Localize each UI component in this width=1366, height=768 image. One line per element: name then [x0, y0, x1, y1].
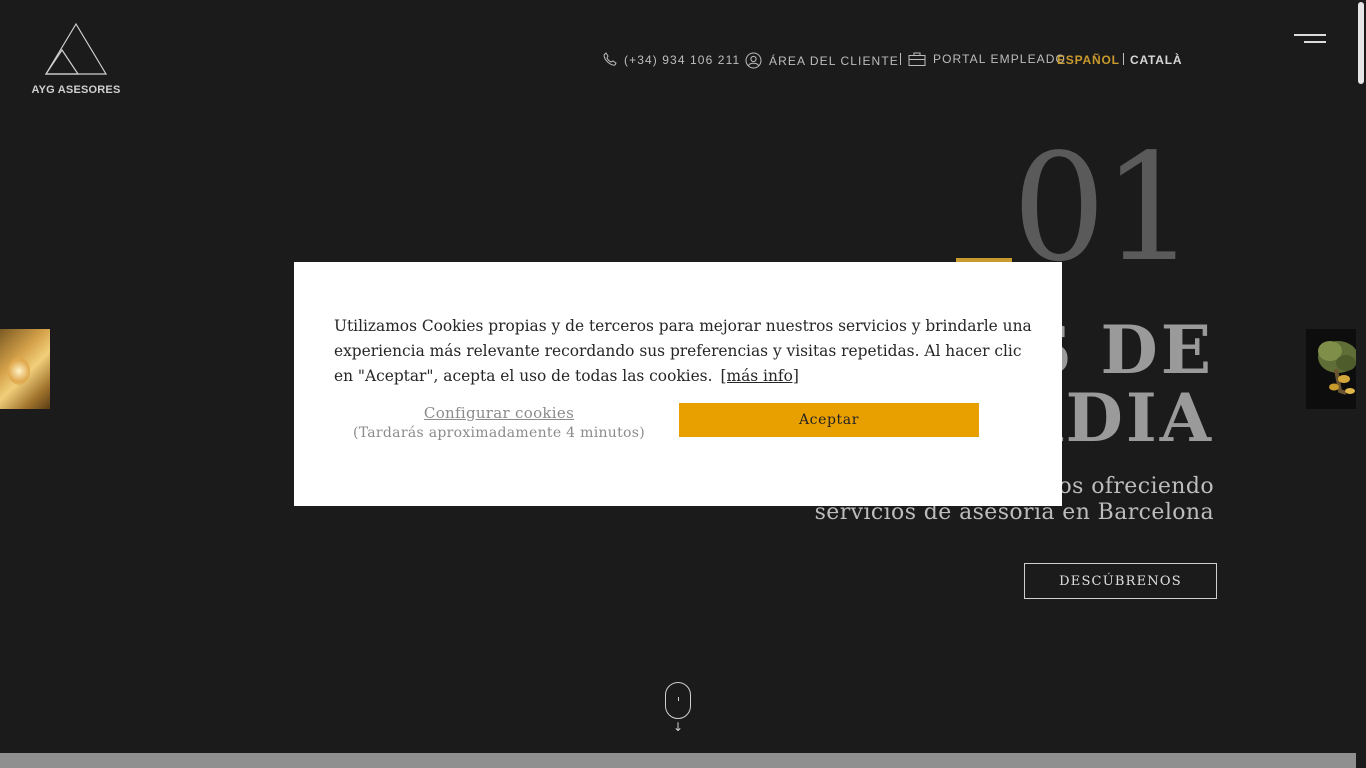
configure-cookies-note: (Tardarás aproximadamente 4 minutos)	[352, 425, 646, 441]
logo[interactable]: AYG ASESORES	[30, 22, 122, 98]
employee-portal-link[interactable]: PORTAL EMPLEADO	[908, 52, 1066, 66]
cookie-dialog: Utilizamos Cookies propias y de terceros…	[294, 262, 1062, 506]
cookie-message: Utilizamos Cookies propias y de terceros…	[334, 314, 1034, 389]
lang-ca-link[interactable]: CATALÀ	[1130, 53, 1182, 67]
cookie-message-text: Utilizamos Cookies propias y de terceros…	[334, 317, 1032, 385]
hamburger-menu-icon[interactable]	[1294, 32, 1328, 50]
logo-mark-icon	[44, 22, 108, 75]
previous-slide-thumbnail[interactable]	[0, 329, 50, 409]
more-info-link[interactable]: [más info]	[720, 367, 798, 385]
client-area-link[interactable]: ÁREA DEL CLIENTE	[745, 52, 899, 69]
arrow-down-icon[interactable]: ↓	[672, 721, 684, 733]
tree-image	[1318, 341, 1356, 395]
logo-text: AYG ASESORES	[31, 84, 121, 96]
phone-number: (+34) 934 106 211	[624, 52, 741, 67]
next-slide-thumbnail[interactable]	[1306, 329, 1356, 409]
accept-cookies-button[interactable]: Aceptar	[679, 403, 979, 437]
employee-portal-label: PORTAL EMPLEADO	[933, 52, 1066, 66]
configure-cookies-link[interactable]: Configurar cookies	[354, 404, 644, 422]
scroll-mouse-icon[interactable]	[665, 682, 691, 719]
client-area-label: ÁREA DEL CLIENTE	[769, 53, 899, 68]
scrollbar-thumb[interactable]	[1358, 2, 1364, 84]
user-circle-icon	[745, 52, 762, 69]
briefcase-icon	[908, 52, 926, 66]
scrollbar[interactable]	[1356, 0, 1366, 768]
phone-icon	[603, 52, 617, 66]
lang-es-link[interactable]: ESPAÑOL	[1057, 53, 1120, 67]
page: AYG ASESORES (+34) 934 106 211 ÁREA DEL …	[0, 0, 1356, 768]
sunlight-image	[8, 357, 30, 385]
phone-link[interactable]: (+34) 934 106 211	[603, 52, 740, 67]
discover-button[interactable]: DESCÚBRENOS	[1024, 563, 1217, 599]
next-section-edge	[0, 753, 1356, 768]
lang-divider	[1123, 53, 1124, 65]
nav-divider	[900, 53, 901, 65]
